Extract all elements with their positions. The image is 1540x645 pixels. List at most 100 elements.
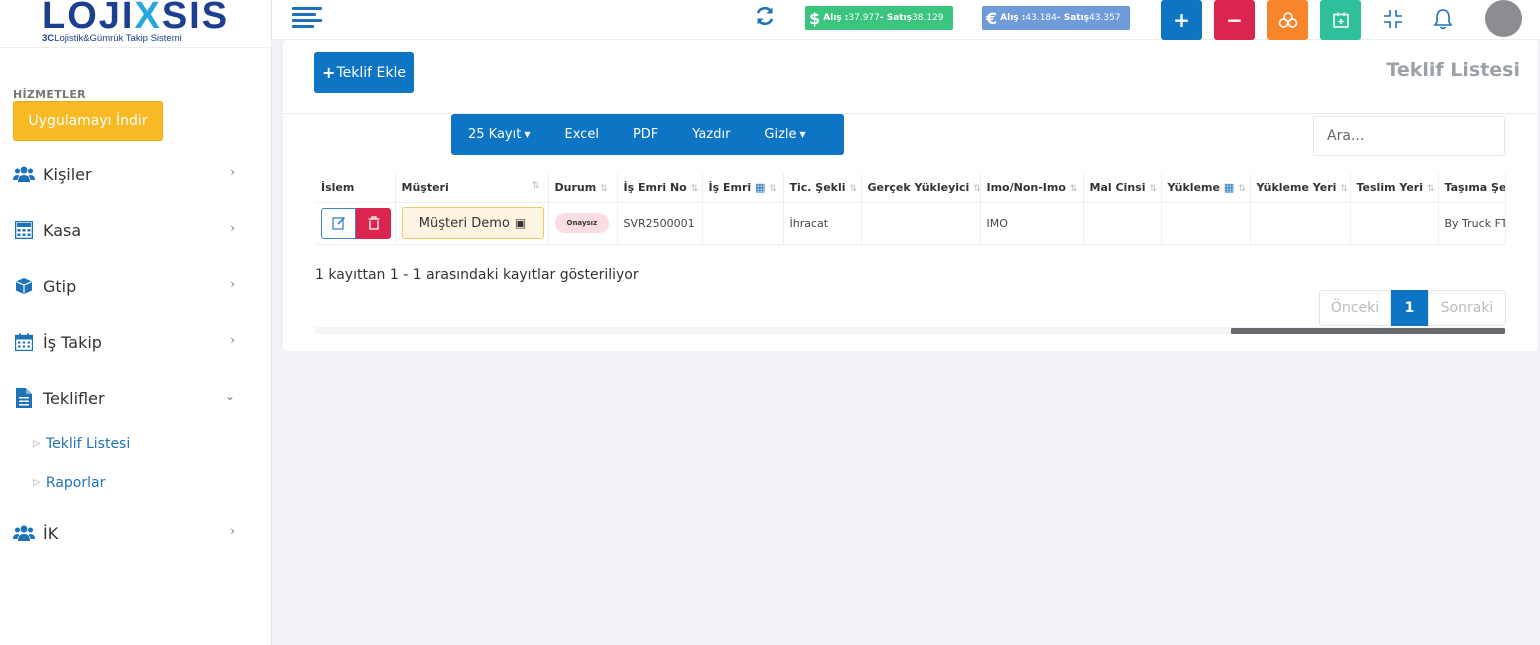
column-header[interactable]: Teslim Yeri ⇅	[1350, 173, 1439, 203]
loading-cell	[1161, 202, 1251, 245]
table-header-row: İslem Müşteri ⇅ Durum ⇅ İş Emri No ⇅ İş Emr…	[315, 173, 1506, 203]
sidebar-item-is-takip[interactable]: İş Takip ›	[13, 327, 243, 357]
chevron-right-icon: ›	[230, 165, 235, 179]
sort-icon: ⇅	[973, 184, 979, 194]
sort-icon: ⇅	[531, 180, 540, 191]
edit-icon	[331, 216, 345, 230]
coins-icon	[1278, 12, 1297, 28]
users-icon	[13, 522, 35, 544]
calculator-icon	[13, 219, 35, 241]
column-header[interactable]: Tic. Şekli ⇅	[783, 173, 862, 203]
submenu-item-teklif-listesi[interactable]: ▷ Teklif Listesi	[33, 436, 130, 452]
avatar[interactable]	[1485, 0, 1522, 37]
add-offer-label: Teklif Ekle	[336, 64, 406, 81]
column-header[interactable]: Durum ⇅	[548, 173, 618, 203]
page-title: Teklif Listesi	[1386, 59, 1520, 81]
coins-button[interactable]	[1267, 0, 1308, 40]
caret-down-icon: ▼	[799, 130, 806, 139]
scrollbar-thumb[interactable]	[1231, 328, 1505, 334]
caret-right-icon: ▷	[33, 478, 40, 488]
column-header[interactable]: Yükleme ▦ ⇅	[1161, 173, 1251, 203]
order-no-cell: SVR2500001	[617, 202, 703, 245]
chevron-right-icon: ›	[230, 221, 235, 235]
edit-button[interactable]	[321, 207, 356, 239]
compress-icon[interactable]	[1381, 7, 1405, 31]
column-header[interactable]: Taşıma Şek	[1438, 173, 1506, 203]
sidebar-item-label: Gtip	[43, 276, 77, 296]
chevron-right-icon: ›	[230, 524, 235, 538]
column-header[interactable]: Mal Cinsi ⇅	[1083, 173, 1162, 203]
caret-right-icon: ▷	[33, 439, 40, 449]
sort-icon: ⇅	[690, 183, 699, 194]
sidebar: LOJIXSIS 3CLojistik&Gümrük Takip Sistemi…	[0, 0, 272, 645]
id-card-icon: ▣	[514, 216, 527, 230]
refresh-icon[interactable]	[754, 5, 776, 27]
status-badge: Onaysız	[554, 213, 610, 233]
sort-icon: ⇅	[1427, 183, 1435, 194]
transport-cell: By Truck FT	[1438, 202, 1506, 245]
add-offer-button[interactable]: + Teklif Ekle	[314, 52, 414, 93]
sort-icon: ⇅	[769, 183, 777, 194]
next-page-button[interactable]: Sonraki	[1428, 290, 1506, 326]
order-date-cell	[702, 202, 784, 245]
status-cell: Onaysız	[548, 202, 618, 245]
divider	[0, 47, 272, 48]
remove-button[interactable]: −	[1214, 0, 1255, 40]
calendar-button[interactable]	[1320, 0, 1361, 40]
submenu-item-label: Teklif Listesi	[45, 436, 131, 452]
submenu-item-raporlar[interactable]: ▷ Raporlar	[33, 475, 105, 491]
users-icon	[13, 163, 35, 185]
trash-icon	[368, 216, 379, 230]
caret-down-icon: ▼	[524, 130, 531, 139]
print-button[interactable]: Yazdır	[675, 127, 747, 142]
hamburger-menu-icon[interactable]	[292, 7, 322, 29]
download-app-button[interactable]: Uygulamayı İndir	[13, 101, 163, 141]
sidebar-item-teklifler[interactable]: Teklifler ⌄	[13, 383, 243, 413]
logo[interactable]: LOJIXSIS 3CLojistik&Gümrük Takip Sistemi	[30, 0, 227, 44]
page-button-current[interactable]: 1	[1391, 290, 1428, 326]
calendar-icon	[13, 331, 35, 353]
page-length-button[interactable]: 25 Kayıt ▼	[451, 127, 548, 142]
column-visibility-button[interactable]: Gizle ▼	[747, 127, 822, 142]
chevron-right-icon: ›	[230, 277, 235, 291]
previous-page-button[interactable]: Önceki	[1319, 290, 1391, 326]
dollar-icon: $	[809, 8, 821, 28]
column-header[interactable]: Gerçek Yükleyici⇅	[861, 173, 981, 203]
real-loader-cell	[861, 202, 981, 245]
logo-subtitle: 3CLojistik&Gümrük Takip Sistemi	[42, 33, 182, 44]
excel-button[interactable]: Excel	[548, 127, 616, 142]
search-input[interactable]	[1313, 116, 1505, 156]
sort-icon: ⇅	[1069, 183, 1078, 194]
column-header[interactable]: İş Emri ▦ ⇅	[702, 173, 784, 203]
pdf-button[interactable]: PDF	[616, 127, 675, 142]
table-row: Müşteri Demo ▣ Onaysız SVR2500001 İhraca…	[315, 202, 1506, 245]
sidebar-item-ik[interactable]: İK ›	[13, 518, 243, 548]
bell-icon[interactable]	[1432, 7, 1456, 31]
chevron-down-icon: ⌄	[224, 389, 235, 403]
column-header[interactable]: İş Emri No ⇅	[617, 173, 703, 203]
customer-cell: Müşteri Demo ▣	[395, 202, 549, 245]
eur-rate-badge: € Alış : 43.184 - Satış 43.357	[982, 6, 1130, 30]
customer-button[interactable]: Müşteri Demo ▣	[401, 207, 544, 239]
sidebar-item-label: Kasa	[43, 220, 82, 240]
goods-cell	[1083, 202, 1162, 245]
delivery-place-cell	[1350, 202, 1439, 245]
services-section-label: HİZMETLER	[13, 88, 86, 101]
delete-button[interactable]	[356, 207, 391, 239]
chevron-right-icon: ›	[230, 333, 235, 347]
column-header[interactable]: İslem	[315, 173, 396, 203]
column-header[interactable]: Yükleme Yeri ⇅	[1250, 173, 1351, 203]
column-header[interactable]: Müşteri ⇅	[395, 173, 549, 203]
add-button[interactable]: +	[1161, 0, 1202, 40]
pagination: Önceki 1 Sonraki	[1319, 290, 1506, 326]
sort-icon: ⇅	[1149, 183, 1158, 194]
loading-place-cell	[1250, 202, 1351, 245]
sidebar-item-label: Kişiler	[43, 164, 92, 184]
trade-type-cell: İhracat	[783, 202, 862, 245]
sidebar-item-gtip[interactable]: Gtip ›	[13, 271, 243, 301]
column-header[interactable]: Imo/Non-Imo ⇅	[980, 173, 1084, 203]
actions-cell	[315, 202, 396, 245]
calendar-icon: ▦	[755, 180, 766, 194]
sidebar-item-kisiler[interactable]: Kişiler ›	[13, 159, 243, 189]
sidebar-item-kasa[interactable]: Kasa ›	[13, 215, 243, 245]
